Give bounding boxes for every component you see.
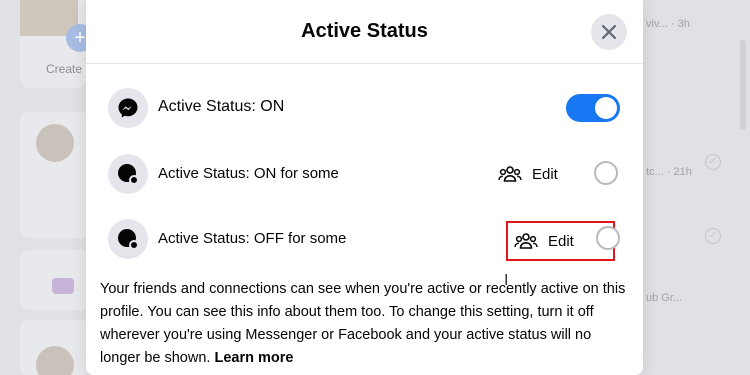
people-icon — [514, 233, 538, 249]
read-receipt-icon: ✓ — [705, 154, 721, 170]
status-dot-icon — [108, 219, 148, 259]
option-active-status-on-for-some: Active Status: ON for some Edit — [108, 152, 623, 196]
radio-on-for-some[interactable] — [594, 161, 618, 185]
dialog-header: Active Status — [86, 0, 643, 64]
edit-label: Edit — [548, 232, 574, 250]
learn-more-link[interactable]: Learn more — [214, 350, 293, 366]
edit-button[interactable]: Edit — [492, 156, 564, 192]
background-scrollbar — [740, 40, 746, 130]
option-active-status-off-for-some: Active Status: OFF for some Edit — [108, 217, 623, 261]
avatar — [36, 124, 74, 162]
description-body: Your friends and connections can see whe… — [100, 281, 626, 366]
option-label: Active Status: ON — [158, 98, 285, 115]
create-story-label: Create — [46, 62, 83, 76]
active-status-toggle[interactable] — [566, 94, 620, 122]
close-button[interactable] — [591, 14, 627, 50]
option-label: Active Status: OFF for some — [158, 230, 347, 247]
toggle-knob — [595, 97, 617, 119]
background-snippet: tc... · 21h — [646, 166, 692, 178]
background-snippet: ub Gr... — [646, 292, 683, 304]
background-snippet: viv... · 3h — [646, 18, 690, 30]
read-receipt-icon: ✓ — [705, 228, 721, 244]
messenger-icon — [108, 88, 148, 128]
people-icon — [498, 166, 522, 182]
description-text: Your friends and connections can see whe… — [100, 278, 632, 370]
text-cursor-icon: I — [504, 272, 509, 289]
close-icon — [601, 24, 617, 40]
status-dot-icon — [108, 154, 148, 194]
dialog-title: Active Status — [301, 20, 428, 42]
option-active-status-on: Active Status: ON — [108, 86, 623, 130]
edit-label: Edit — [532, 165, 558, 183]
option-label: Active Status: ON for some — [158, 165, 339, 182]
video-icon — [52, 278, 74, 294]
radio-off-for-some[interactable] — [596, 226, 620, 250]
active-status-dialog: Active Status Active Status: ON Active S… — [86, 0, 643, 375]
